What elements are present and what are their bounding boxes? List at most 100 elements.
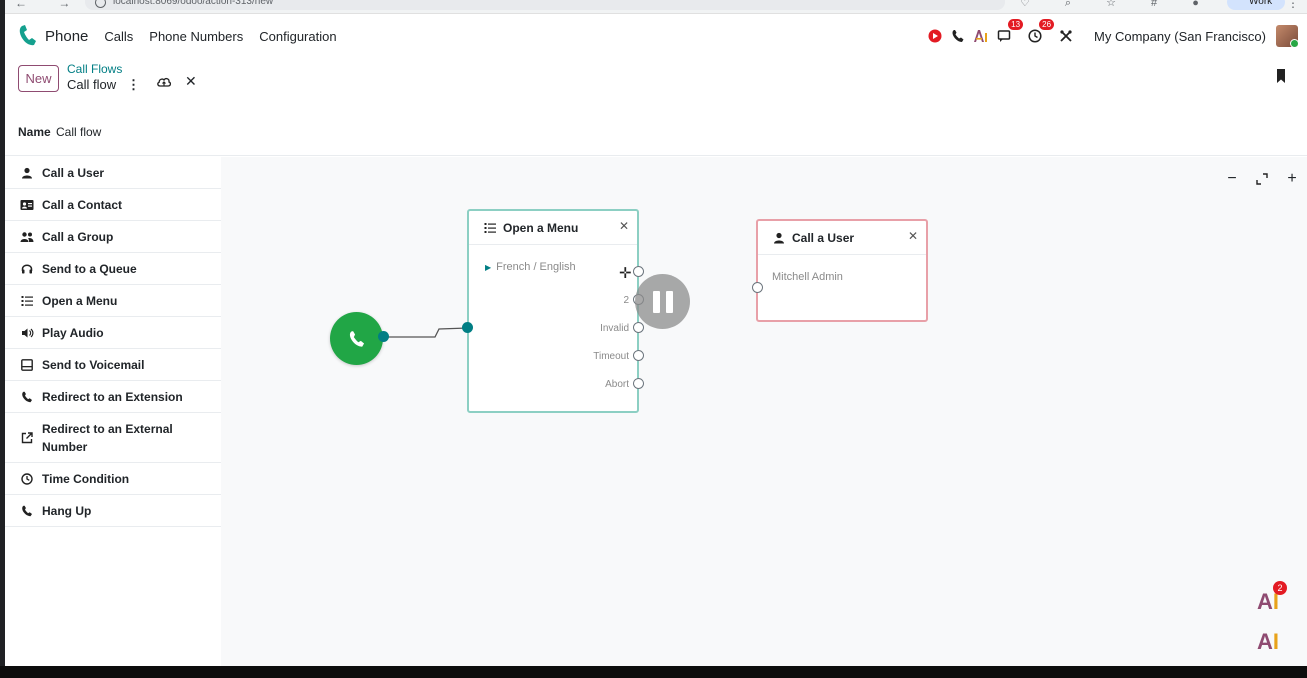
menu-output-port-abort[interactable] — [633, 378, 644, 389]
sidebar-item-label: Time Condition — [42, 471, 130, 486]
node-title: Open a Menu — [503, 220, 579, 235]
sidebar-item-play-audio[interactable]: Play Audio — [5, 317, 221, 349]
name-input[interactable]: Call flow — [56, 125, 101, 139]
ai-icon[interactable] — [972, 27, 990, 45]
sidebar-item-send-to-a-queue[interactable]: Send to a Queue — [5, 253, 221, 285]
open-a-menu-node[interactable]: Open a Menu ✕ ▶ French / English 2 Invali… — [467, 209, 639, 413]
profile-chip[interactable]: Work — [1227, 0, 1285, 10]
sidebar-item-call-a-user[interactable]: Call a User — [5, 157, 221, 189]
zoom-in-button[interactable]: + — [1277, 165, 1307, 193]
extension-icons[interactable]: ♡ ⌕ ☆ # ● — [1020, 0, 1215, 10]
ai-logo-a: A — [1256, 629, 1273, 654]
voicemail-icon — [19, 357, 35, 373]
ai-logo-a: A — [1256, 589, 1273, 614]
chat-icon[interactable]: 13 — [995, 19, 1024, 45]
zoom-controls: − + — [1217, 165, 1307, 193]
start-call-node[interactable] — [330, 312, 383, 365]
new-button[interactable]: New — [18, 65, 59, 92]
sidebar-item-label: Hang Up — [42, 503, 92, 518]
phone-icon — [19, 389, 35, 405]
menu-input-port[interactable] — [462, 322, 473, 333]
sidebar-item-label: Send to a Queue — [42, 261, 137, 276]
menu-output-port-option[interactable] — [633, 266, 644, 277]
sidebar-item-call-a-contact[interactable]: Call a Contact — [5, 189, 221, 221]
record-icon[interactable] — [926, 27, 944, 45]
sidebar-item-label: Send to Voicemail — [42, 357, 145, 372]
sidebar-item-hang-up[interactable]: Hang Up — [5, 495, 221, 527]
node-header: Call a User — [758, 221, 926, 255]
app-name[interactable]: Phone — [45, 28, 88, 45]
node-close-icon[interactable]: ✕ — [619, 219, 629, 233]
company-switcher[interactable]: My Company (San Francisco) — [1094, 29, 1266, 44]
menu-output-port-timeout[interactable] — [633, 350, 644, 361]
name-field-row: Name Call flow — [5, 108, 1307, 156]
phone-app-icon[interactable] — [17, 23, 39, 49]
list-icon — [483, 221, 497, 235]
browser-menu-icon[interactable]: ⋮ — [1287, 0, 1299, 10]
group-icon — [19, 229, 35, 245]
external-link-icon — [19, 430, 35, 446]
user-input-port[interactable] — [752, 282, 763, 293]
start-output-port[interactable] — [378, 331, 389, 342]
control-panel: New Call Flows Call flow ⋮ ✕ — [5, 58, 1307, 108]
flow-canvas[interactable]: − + Open a Menu ✕ ▶ French / English 2 In… — [221, 157, 1307, 666]
phone-icon[interactable] — [949, 27, 967, 45]
hangup-icon — [19, 503, 35, 519]
phone-icon — [349, 330, 364, 347]
move-cursor-icon: ✛ — [619, 265, 632, 282]
bookmark-icon[interactable] — [1275, 68, 1287, 84]
sidebar-item-label: Redirect to an Extension — [42, 389, 183, 404]
output-label-2: 2 — [623, 295, 629, 306]
app-navbar: Phone Calls Phone Numbers Configuration … — [5, 14, 1307, 58]
user-avatar[interactable] — [1276, 25, 1298, 47]
menu-output-port-invalid[interactable] — [633, 322, 644, 333]
sidebar-item-label: Redirect to an External Number — [42, 421, 173, 454]
menu-calls[interactable]: Calls — [104, 29, 133, 44]
fit-view-icon — [1256, 173, 1268, 185]
zoom-out-button[interactable]: − — [1217, 165, 1247, 193]
user-icon — [19, 165, 35, 181]
sidebar-item-redirect-to-an-external-number[interactable]: Redirect to an External Number — [5, 413, 221, 463]
video-pause-icon[interactable] — [635, 274, 690, 329]
ai-chat-button[interactable]: AI — [1253, 627, 1283, 657]
node-close-icon[interactable]: ✕ — [908, 229, 918, 243]
sidebar-item-label: Open a Menu — [42, 293, 118, 308]
discard-close-icon[interactable]: ✕ — [185, 73, 197, 90]
tools-icon[interactable] — [1057, 27, 1075, 45]
browser-window: ← → ⟳ localhost:8069/odoo/action-313/new… — [5, 0, 1307, 666]
save-cloud-icon[interactable] — [156, 74, 172, 90]
speaker-icon — [19, 325, 35, 341]
call-a-user-node[interactable]: Call a User ✕ Mitchell Admin — [756, 219, 928, 322]
play-triangle-icon: ▶ — [485, 263, 492, 272]
menu-configuration[interactable]: Configuration — [259, 29, 336, 44]
clock-icon — [19, 471, 35, 487]
sidebar-item-call-a-group[interactable]: Call a Group — [5, 221, 221, 253]
node-title: Call a User — [792, 230, 855, 245]
breadcrumb-call-flows[interactable]: Call Flows — [67, 62, 122, 76]
breadcrumb-current: Call flow — [67, 77, 117, 92]
sidebar-item-time-condition[interactable]: Time Condition — [5, 463, 221, 495]
sidebar-item-label: Call a Contact — [42, 197, 123, 212]
activity-clock-icon[interactable]: 26 — [1026, 19, 1055, 45]
sidebar-item-open-a-menu[interactable]: Open a Menu — [5, 285, 221, 317]
sidebar-item-label: Call a User — [42, 165, 105, 180]
address-bar[interactable]: localhost:8069/odoo/action-313/new — [85, 0, 1005, 10]
actions-kebab-icon[interactable]: ⋮ — [127, 77, 140, 93]
sidebar-item-redirect-to-an-extension[interactable]: Redirect to an Extension — [5, 381, 221, 413]
ai-assistant-button[interactable]: AI 2 — [1253, 581, 1287, 617]
flow-block-palette: Call a User Call a Contact Call a Group … — [5, 157, 221, 666]
output-label-invalid: Invalid — [600, 323, 629, 334]
contact-card-icon — [19, 197, 35, 213]
sidebar-item-send-to-voicemail[interactable]: Send to Voicemail — [5, 349, 221, 381]
node-header: Open a Menu — [469, 211, 637, 245]
menu-option[interactable]: ▶ French / English — [485, 261, 576, 273]
systray: 13 26 My Company (San Francisco) — [926, 14, 1307, 58]
menu-phone-numbers[interactable]: Phone Numbers — [149, 29, 243, 44]
menu-option-label: French / English — [496, 261, 576, 273]
taskbar — [0, 666, 1307, 678]
browser-toolbar: ← → ⟳ localhost:8069/odoo/action-313/new… — [5, 0, 1307, 14]
output-label-timeout: Timeout — [593, 351, 629, 362]
sidebar-item-label: Call a Group — [42, 229, 114, 244]
name-label: Name — [18, 125, 51, 139]
fit-view-button[interactable] — [1247, 165, 1277, 193]
